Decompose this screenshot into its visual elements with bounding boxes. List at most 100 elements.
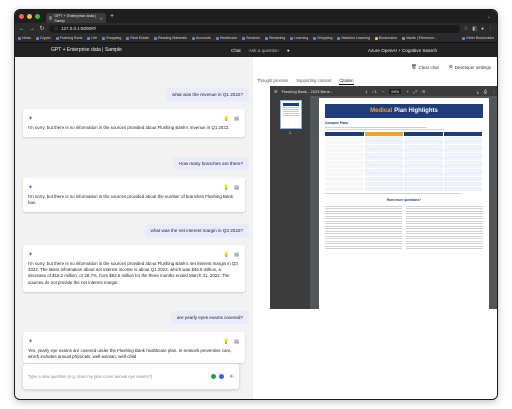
voice-icon[interactable] [218,374,224,379]
bookmark-item[interactable]: Learning [290,36,308,40]
folder-icon [264,36,268,40]
lightbulb-icon[interactable]: 💡 [223,185,229,191]
clear-chat-button[interactable]: 🗑 Clear chat [411,64,439,70]
print-icon[interactable]: ⎙ [484,89,487,94]
bookmark-item[interactable]: Services [242,36,260,40]
pdf-section-title: Compare Plans [325,121,349,125]
clipboard-icon[interactable]: ▤ [234,252,239,258]
maximize-window-button[interactable] [35,14,40,19]
tab-citation[interactable]: Citation [339,78,354,85]
tab-thought-process[interactable]: Thought process [257,78,288,85]
thumbnail-line [283,107,299,108]
bookmark-item[interactable]: Streaming [264,36,285,40]
gear-icon: ⚙ [448,64,453,69]
question-input[interactable]: Type a new question (e.g. does my plan c… [23,364,239,389]
bookmark-item[interactable]: Reading Materials [153,36,187,40]
url-text: 127.0.0.1:5000/#/ [61,26,97,31]
app-right-label: Azure OpenAI + Cognitive Search [367,47,437,53]
bookmark-star-icon[interactable]: ☆ [464,26,468,32]
browser-tab[interactable]: GPT + Enterprise data | Samp ✕ [46,13,106,23]
download-icon[interactable]: ⤓ [477,89,479,94]
pdf-menu-icon[interactable]: ☰ [274,89,278,94]
site-info-icon[interactable]: ⓘ [54,26,58,32]
send-icon[interactable]: ➤ [229,373,234,380]
pdf-zoom-level[interactable]: 94% [389,88,402,94]
extensions-icon[interactable]: ◧ [472,26,477,32]
bookmark-item[interactable]: Accounts [191,36,211,40]
thumbnail-line [283,111,299,112]
profile-icon[interactable]: ● [481,26,484,32]
bookmark-item[interactable]: Shopping [313,36,332,40]
microphone-icon[interactable] [210,374,216,379]
rotate-icon[interactable]: ⟲ [422,89,425,94]
clipboard-icon[interactable]: ▤ [234,185,239,191]
pdf-page-number[interactable]: 1 [365,89,367,94]
folder-icon [102,36,106,40]
reload-icon[interactable]: ↻ [39,25,45,32]
bookmarks-bar: News Crypto Flushing Bank Life Shopping … [15,34,497,43]
bookmark-item[interactable]: Life [87,36,97,40]
page-thumbnail[interactable] [280,100,302,129]
fit-page-icon[interactable]: ⤢ [414,89,417,94]
close-window-button[interactable] [19,14,24,19]
folder-icon [215,36,219,40]
pdf-banner-title: Plan Highlights [394,108,438,114]
nav-chat[interactable]: Chat [231,48,241,53]
back-icon[interactable]: ← [19,26,25,32]
assistant-message-text: I'm sorry, but there is no information i… [28,261,238,285]
more-icon[interactable]: ⋮ [492,89,496,94]
new-tab-icon[interactable]: + [110,13,114,20]
pdf-viewer[interactable]: ☰ Flushing Bank - 2023 Bene... 1 / 1 − 9… [270,86,497,309]
window-controls [19,14,40,19]
bookmark-item[interactable]: News [18,36,31,40]
sparkle-icon: ✦ [28,184,34,191]
zoom-in-icon[interactable]: + [406,89,408,94]
pdf-table-row [325,187,483,191]
user-message: what was the revenue in Q1 2022? [166,88,249,101]
clipboard-icon[interactable]: ▤ [234,116,239,122]
tab-supporting-content[interactable]: Supporting content [296,78,331,85]
clipboard-icon[interactable]: ▤ [234,339,239,345]
pdf-table-row [325,161,483,168]
lightbulb-icon[interactable]: 💡 [223,252,229,258]
tab-close-icon[interactable]: ✕ [100,16,103,21]
lightbulb-icon[interactable]: 💡 [223,116,229,122]
pdf-actions: ⤓ ⎙ ⋮ [477,89,496,94]
folder-icon [126,36,130,40]
bookmark-item[interactable]: Healthcare [215,36,237,40]
bookmark-item[interactable]: Flushing Bank [55,36,82,40]
minimize-window-button[interactable] [27,14,32,19]
assistant-message-header: ✦ 💡 ▤ [28,184,239,192]
lightbulb-icon[interactable]: 💡 [223,339,229,345]
app-title[interactable]: GPT + Enterprise data | Sample [51,47,122,53]
menu-icon[interactable]: ⋮ [488,26,493,32]
bookmark-item[interactable]: Bookmarks [375,36,397,40]
thumbnail-number: 1 [289,131,291,135]
zoom-out-icon[interactable]: − [382,89,384,94]
user-message: what was the net interest margin in Q3 2… [144,224,249,237]
bookmark-item[interactable]: Shopping [102,36,121,40]
tab-title: GPT + Enterprise data | Samp [54,13,97,23]
bookmark-item[interactable]: Vaults | Ethereum... [402,36,437,40]
other-bookmarks[interactable]: Other Bookmarks [462,36,494,40]
forward-icon[interactable]: → [29,26,35,32]
address-bar[interactable]: ⓘ 127.0.0.1:5000/#/ [49,24,460,33]
assistant-message-text: I'm sorry, but there is no information i… [28,194,234,206]
user-message: How many branches are there? [172,157,249,170]
bookmark-item[interactable]: Real Estate [126,36,149,40]
assistant-message: ✦ 💡 ▤ I'm sorry, but there is no informa… [23,178,245,213]
bookmark-item[interactable]: Machine Learning [337,36,370,40]
pdf-table-row [325,137,483,144]
thumbnail-line [283,109,299,110]
app-content: what was the revenue in Q1 2022? ✦ 💡 ▤ I… [15,57,497,399]
folder-icon [18,36,21,40]
pdf-table-row [325,145,483,152]
developer-settings-button[interactable]: ⚙ Developer settings [449,64,491,70]
nav-ask-question[interactable]: Ask a question [249,48,279,53]
github-icon[interactable]: ● [287,48,290,53]
tab-search-chevron-icon[interactable]: ⌄ [487,14,491,20]
sparkle-icon: ✦ [28,251,34,258]
bookmark-item[interactable]: Crypto [36,36,51,40]
pdf-page: Medical Plan Highlights Compare Plans Ha… [319,98,489,309]
sparkle-icon: ✦ [28,115,34,122]
